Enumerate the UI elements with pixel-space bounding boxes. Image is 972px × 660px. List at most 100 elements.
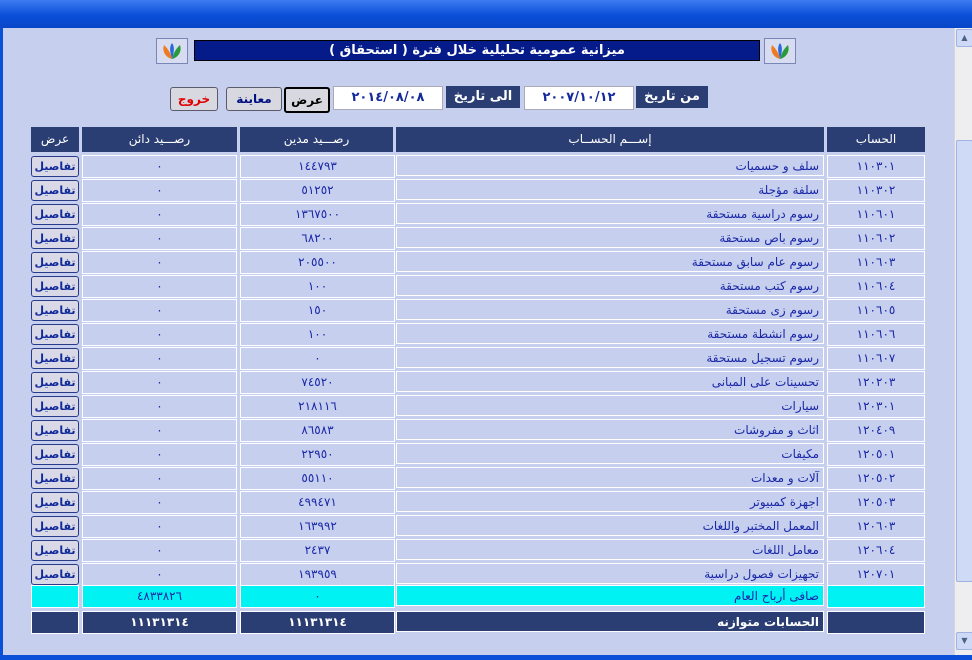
- debit-balance-cell: ١٥٠: [240, 299, 395, 322]
- column-header-view: عرض: [31, 127, 79, 152]
- credit-balance-cell: ٠: [82, 323, 237, 346]
- debit-balance-cell: ٢٢٩٥٠: [240, 443, 395, 466]
- debit-balance-cell: ١٤٤٧٩٣: [240, 155, 395, 178]
- debit-balance-cell: ١٣٦٧٥٠٠: [240, 203, 395, 226]
- credit-balance-cell: ٠: [82, 419, 237, 442]
- details-button[interactable]: تفاصيل: [31, 324, 79, 345]
- account-code-cell: ١٢٠٥٠٣: [827, 491, 925, 514]
- debit-balance-cell: ٤٩٩٤٧١: [240, 491, 395, 514]
- account-code-cell: ١٢٠٦٠٤: [827, 539, 925, 562]
- debit-balance-cell: ٥١٢٥٢: [240, 179, 395, 202]
- details-button[interactable]: تفاصيل: [31, 492, 79, 513]
- credit-balance-cell: ٠: [82, 491, 237, 514]
- window-title-bar: [0, 0, 972, 28]
- details-button[interactable]: تفاصيل: [31, 276, 79, 297]
- to-date-label: الى تاريخ: [446, 86, 520, 108]
- account-name-cell: سلفة مؤجلة: [396, 179, 824, 200]
- details-button[interactable]: تفاصيل: [31, 348, 79, 369]
- credit-balance-cell: ٠: [82, 203, 237, 226]
- account-name-cell: رسوم كتب مستحقة: [396, 275, 824, 296]
- details-button[interactable]: تفاصيل: [31, 396, 79, 417]
- debit-balance-cell: ١٦٣٩٩٢: [240, 515, 395, 538]
- account-code-cell: ١١٠٣٠١: [827, 155, 925, 178]
- details-button[interactable]: تفاصيل: [31, 372, 79, 393]
- details-button[interactable]: تفاصيل: [31, 204, 79, 225]
- account-code-cell: ١١٠٦٠١: [827, 203, 925, 226]
- net-profit-view-cell: [31, 585, 79, 608]
- net-profit-label: صافى أرباح العام: [396, 585, 824, 606]
- totals-view-cell: [31, 611, 79, 634]
- account-name-cell: رسوم انشطة مستحقة: [396, 323, 824, 344]
- totals-account-cell: [827, 611, 925, 634]
- credit-balance-cell: ٠: [82, 563, 237, 586]
- debit-balance-cell: ٠: [240, 347, 395, 370]
- credit-balance-cell: ٠: [82, 443, 237, 466]
- debit-balance-cell: ٢٠٥٥٠٠: [240, 251, 395, 274]
- details-button[interactable]: تفاصيل: [31, 444, 79, 465]
- column-header-debit: رصـــيد مدين: [240, 127, 393, 152]
- account-name-cell: مكيفات: [396, 443, 824, 464]
- from-date-field[interactable]: ٢٠٠٧/١٠/١٢: [524, 86, 634, 110]
- account-code-cell: ١٢٠٦٠٣: [827, 515, 925, 538]
- credit-balance-cell: ٠: [82, 467, 237, 490]
- show-button[interactable]: عرض: [284, 87, 330, 113]
- account-code-cell: ١١٠٦٠٦: [827, 323, 925, 346]
- debit-balance-cell: ٧٤٥٢٠: [240, 371, 395, 394]
- details-button[interactable]: تفاصيل: [31, 228, 79, 249]
- to-date-field[interactable]: ٢٠١٤/٠٨/٠٨: [333, 86, 443, 110]
- debit-balance-cell: ١٠٠: [240, 275, 395, 298]
- debit-balance-cell: ٨٦٥٨٣: [240, 419, 395, 442]
- credit-balance-cell: ٠: [82, 155, 237, 178]
- credit-balance-cell: ٠: [82, 347, 237, 370]
- account-name-cell: سيارات: [396, 395, 824, 416]
- window-bottom-border: [0, 655, 972, 660]
- account-name-cell: رسوم باص مستحقة: [396, 227, 824, 248]
- account-code-cell: ١١٠٦٠٣: [827, 251, 925, 274]
- column-header-name: إســـم الحســاب: [396, 127, 824, 152]
- debit-balance-cell: ٢٤٣٧: [240, 539, 395, 562]
- net-profit-credit: ٤٨٣٣٨٢٦: [82, 585, 237, 608]
- details-button[interactable]: تفاصيل: [31, 156, 79, 177]
- details-button[interactable]: تفاصيل: [31, 468, 79, 489]
- account-name-cell: تحسينات على المبانى: [396, 371, 824, 392]
- preview-button[interactable]: معاينة: [226, 87, 282, 111]
- account-code-cell: ١١٠٦٠٥: [827, 299, 925, 322]
- debit-balance-cell: ٥٥١١٠: [240, 467, 395, 490]
- details-button[interactable]: تفاصيل: [31, 300, 79, 321]
- credit-balance-cell: ٠: [82, 227, 237, 250]
- account-code-cell: ١٢٠٣٠١: [827, 395, 925, 418]
- account-code-cell: ١٢٠٢٠٣: [827, 371, 925, 394]
- debit-balance-cell: ٦٨٢٠٠: [240, 227, 395, 250]
- account-code-cell: ١١٠٦٠٢: [827, 227, 925, 250]
- window-left-border: [0, 28, 3, 655]
- details-button[interactable]: تفاصيل: [31, 564, 79, 585]
- account-name-cell: تجهيزات فصول دراسية: [396, 563, 824, 584]
- account-code-cell: ١١٠٦٠٧: [827, 347, 925, 370]
- credit-balance-cell: ٠: [82, 539, 237, 562]
- credit-balance-cell: ٠: [82, 275, 237, 298]
- details-button[interactable]: تفاصيل: [31, 180, 79, 201]
- debit-balance-cell: ٢١٨١١٦: [240, 395, 395, 418]
- details-button[interactable]: تفاصيل: [31, 420, 79, 441]
- net-profit-account-cell: [827, 585, 925, 608]
- credit-balance-cell: ٠: [82, 179, 237, 202]
- logo-icon: [764, 38, 796, 64]
- account-code-cell: ١١٠٣٠٢: [827, 179, 925, 202]
- credit-balance-cell: ٠: [82, 251, 237, 274]
- scroll-down-icon[interactable]: ▼: [956, 632, 972, 650]
- account-name-cell: رسوم دراسية مستحقة: [396, 203, 824, 224]
- scroll-thumb[interactable]: [956, 140, 972, 582]
- logo-icon: [156, 38, 188, 64]
- account-code-cell: ١٢٠٧٠١: [827, 563, 925, 586]
- details-button[interactable]: تفاصيل: [31, 540, 79, 561]
- exit-button[interactable]: خروج: [170, 87, 218, 111]
- totals-debit: ١١١٣١٣١٤: [240, 611, 395, 634]
- details-button[interactable]: تفاصيل: [31, 252, 79, 273]
- totals-credit: ١١١٣١٣١٤: [82, 611, 237, 634]
- details-button[interactable]: تفاصيل: [31, 516, 79, 537]
- totals-label: الحسابات متوازنه: [396, 611, 824, 632]
- scroll-up-icon[interactable]: ▲: [956, 29, 972, 47]
- vertical-scrollbar[interactable]: ▲ ▼: [954, 28, 972, 655]
- account-name-cell: رسوم عام سابق مستحقة: [396, 251, 824, 272]
- account-code-cell: ١١٠٦٠٤: [827, 275, 925, 298]
